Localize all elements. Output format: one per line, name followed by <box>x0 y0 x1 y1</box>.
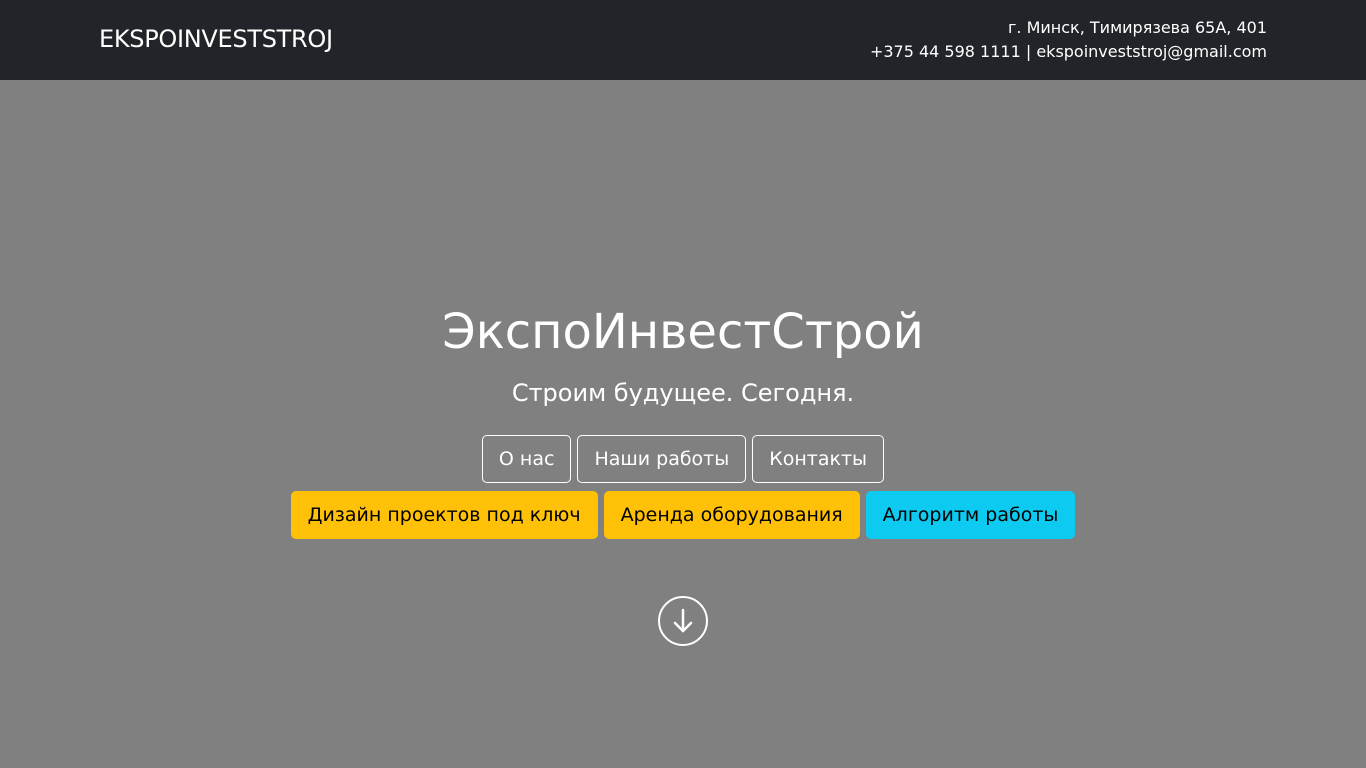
work-algorithm-button[interactable]: Алгоритм работы <box>865 491 1076 539</box>
hero-action-buttons: Дизайн проектов под ключ Аренда оборудов… <box>0 491 1366 539</box>
hero-nav-buttons: О нас Наши работы Контакты <box>0 435 1366 483</box>
header-contacts: г. Минск, Тимирязева 65А, 401 +375 44 59… <box>870 16 1267 64</box>
header-contact-line: +375 44 598 1111 | ekspoinveststroj@gmai… <box>870 40 1267 64</box>
our-works-button[interactable]: Наши работы <box>577 435 747 483</box>
scroll-down-button[interactable] <box>658 596 708 646</box>
arrow-down-circle-icon <box>673 608 693 633</box>
phone-link[interactable]: +375 44 598 1111 <box>870 42 1021 61</box>
hero-subtitle: Строим будущее. Сегодня. <box>511 379 855 407</box>
email-link[interactable]: ekspoinveststroj@gmail.com <box>1036 42 1267 61</box>
about-button[interactable]: О нас <box>481 435 572 483</box>
hero-section: ЭкспоИнвестСтрой Строим будущее. Сегодня… <box>0 80 1366 768</box>
contacts-button[interactable]: Контакты <box>752 435 885 483</box>
turnkey-design-button[interactable]: Дизайн проектов под ключ <box>290 491 598 539</box>
hero-title: ЭкспоИнвестСтрой <box>442 304 924 360</box>
contact-separator: | <box>1020 42 1037 61</box>
header-address: г. Минск, Тимирязева 65А, 401 <box>1008 18 1267 37</box>
brand-logo-link[interactable]: EKSPOINVESTSTROJ <box>99 24 333 54</box>
equipment-rental-button[interactable]: Аренда оборудования <box>603 491 860 539</box>
top-header: EKSPOINVESTSTROJ г. Минск, Тимирязева 65… <box>0 0 1366 80</box>
